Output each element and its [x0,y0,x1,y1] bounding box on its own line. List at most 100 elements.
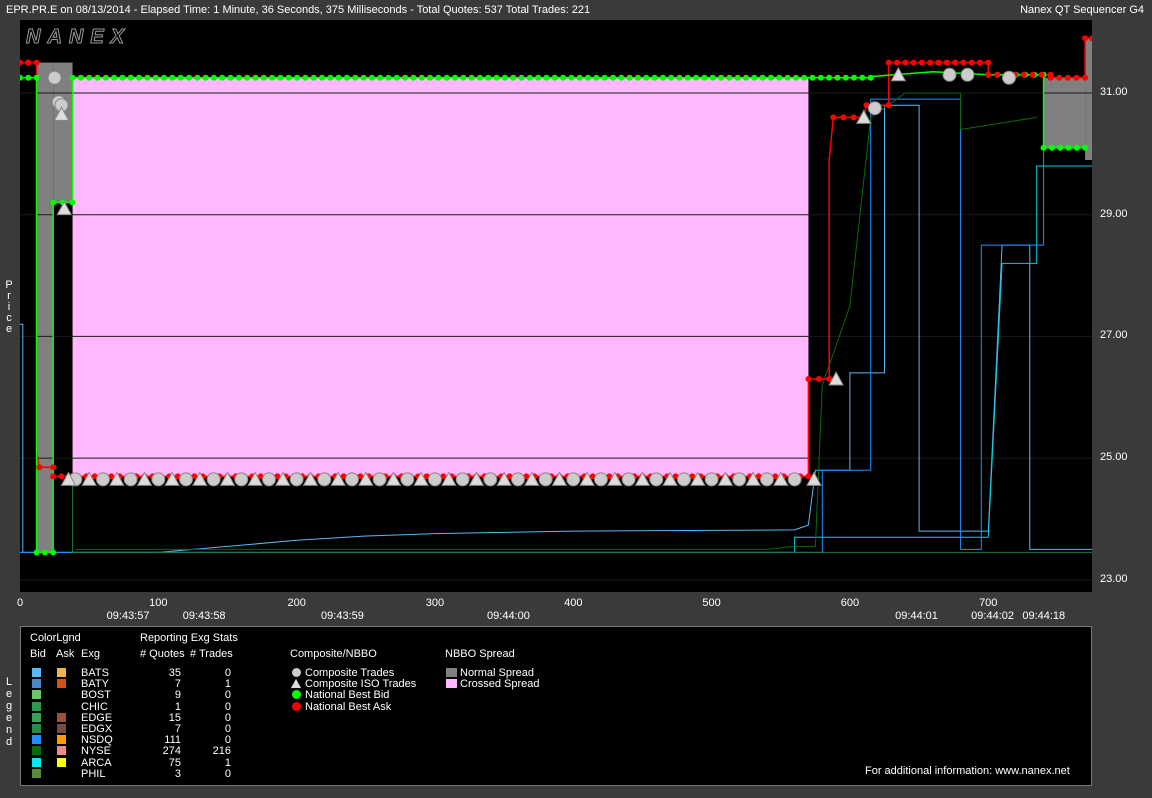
national-best-bid-dot [185,74,192,81]
time-tick-label: 09:43:58 [182,610,226,622]
national-best-ask-dot [50,464,57,471]
national-best-ask-dot [815,376,822,383]
bid-color-swatch [32,757,41,767]
national-best-bid-dot [418,74,425,81]
composite-trade-marker [483,472,498,487]
composite-trade-marker [867,101,882,116]
national-best-ask-dot [1056,74,1063,81]
app-title: Nanex QT Sequencer G4 [1020,4,1144,16]
exchange-name: ARCA [81,756,112,769]
exchange-trades: 0 [224,689,231,702]
national-best-bid-dot [119,74,126,81]
national-best-bid-dot [618,74,625,81]
national-best-bid-dot [202,74,209,81]
national-best-bid-dot [643,74,650,81]
national-best-bid-dot [368,74,375,81]
exchange-quotes: 35 [168,667,181,679]
national-best-bid-dot [734,74,741,81]
national-best-bid-dot [20,74,23,81]
composite-trade-marker [759,472,774,487]
national-best-bid-dot [335,74,342,81]
bid-color-swatch [32,690,41,700]
legend-col-exg: Exg [81,648,100,660]
national-best-bid-dot [776,74,783,81]
stats-col-trades: # Trades [190,648,233,660]
spread-title: NBBO Spread [445,648,515,660]
bid-color-swatch [32,724,41,733]
chart-title: EPR.PR.E on 08/13/2014 - Elapsed Time: 1… [6,4,591,16]
composite-trade-marker [317,472,332,487]
exchange-name: EDGE [81,711,113,724]
national-best-ask-dot [805,376,812,383]
national-best-ask-dot [943,59,950,66]
national-best-bid-dot [726,74,733,81]
national-best-bid-dot [69,74,76,81]
national-best-bid-dot [127,74,134,81]
national-best-bid-dot [867,74,874,81]
composite-trade-marker [95,472,110,487]
composite-trade-marker [427,472,442,487]
composite-trade-marker [538,472,553,487]
national-best-bid-dot [33,74,40,81]
national-best-bid-dot [460,74,467,81]
composite-trade-marker [732,472,747,487]
national-best-bid-dot [859,74,866,81]
national-best-bid-dot [609,74,616,81]
national-best-bid-dot [701,74,708,81]
national-best-bid-dot [69,199,76,206]
bid-color-swatch [32,746,41,756]
national-best-ask-dot [850,114,857,121]
national-best-bid-dot [451,74,458,81]
exchange-trades: 0 [224,700,231,713]
legend-col-bid: Bid [30,648,46,660]
exchange-quotes: 7 [174,723,181,735]
national-best-bid-dot [427,74,434,81]
national-best-bid-dot [285,74,292,81]
legend-marker-icon [292,668,301,677]
national-best-bid-dot [585,74,592,81]
exchange-quotes: 3 [174,767,181,780]
exchange-trades: 0 [224,711,231,724]
plot-area: NANEX [20,20,1092,592]
ask-color-swatch [57,668,66,677]
national-best-ask-dot [1082,35,1089,42]
national-best-ask-dot [960,59,967,66]
composite-trade-marker [455,472,470,487]
national-best-bid-dot [169,74,176,81]
composite-trade-marker [261,472,276,487]
national-best-bid-dot [393,74,400,81]
composite-trade-marker [960,67,975,82]
exchange-quotes: 1 [174,700,181,713]
national-best-bid-dot [826,74,833,81]
national-best-bid-dot [593,74,600,81]
national-best-bid-dot [476,74,483,81]
national-best-bid-dot [352,74,359,81]
national-best-bid-dot [435,74,442,81]
exchange-name: PHIL [81,767,106,780]
national-best-bid-dot [634,74,641,81]
national-best-bid-dot [535,74,542,81]
national-best-bid-dot [684,74,691,81]
national-best-bid-dot [1065,144,1072,151]
national-best-bid-dot [111,74,118,81]
national-best-ask-dot [927,59,934,66]
national-best-bid-dot [709,74,716,81]
exchange-quotes: 111 [164,734,181,747]
national-best-bid-dot [485,74,492,81]
composite-trade-marker [206,472,221,487]
composite-trade-marker [289,472,304,487]
bid-color-swatch [32,701,41,711]
time-tick-label: 09:44:00 [487,610,530,622]
national-best-bid-dot [294,74,301,81]
composite-trade-marker [593,472,608,487]
composite-item-label: Composite Trades [305,667,395,679]
composite-trade-marker [344,472,359,487]
national-best-bid-dot [792,74,799,81]
national-best-bid-dot [210,74,217,81]
exchange-quotes: 274 [162,745,181,758]
national-best-bid-dot [377,74,384,81]
composite-trade-marker [1002,70,1017,85]
national-best-ask-dot [918,59,925,66]
composite-trade-marker [566,472,581,487]
national-best-bid-dot [501,74,508,81]
